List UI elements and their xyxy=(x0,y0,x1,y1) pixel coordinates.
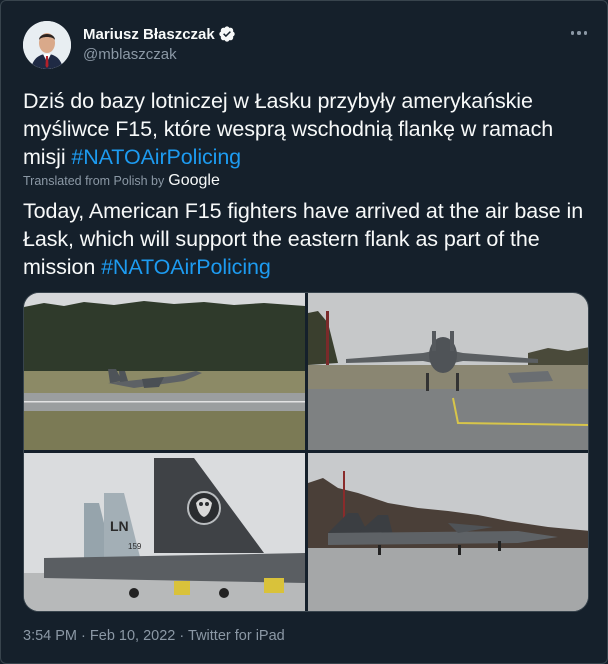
separator: · xyxy=(179,628,185,644)
author-handle[interactable]: @mblaszczak xyxy=(83,46,177,63)
tweet-metadata: 3:54 PM · Feb 10, 2022 · Twitter for iPa… xyxy=(23,628,285,644)
profile-photo-icon xyxy=(23,21,71,69)
tweet-card: Mariusz Błaszczak @mblaszczak Dziś do ba… xyxy=(0,0,608,664)
tail-code: LN xyxy=(110,518,129,534)
media-photo-tails[interactable]: LN 159 xyxy=(24,453,305,611)
author-name-row[interactable]: Mariusz Błaszczak xyxy=(83,25,236,43)
tweet-time[interactable]: 3:54 PM xyxy=(23,628,77,644)
tweet-translated-text: Today, American F15 fighters have arrive… xyxy=(23,197,593,281)
google-logo: Google xyxy=(168,172,220,189)
media-photo-apron[interactable] xyxy=(308,453,588,611)
translated-label: Translated from Polish by xyxy=(23,174,165,188)
jet-takeoff-image xyxy=(24,293,305,450)
translated-hashtag-link[interactable]: #NATOAirPolicing xyxy=(101,255,271,279)
tweet-date[interactable]: Feb 10, 2022 xyxy=(90,628,175,644)
media-grid: LN 159 xyxy=(23,292,589,612)
jet-tails-image: LN 159 xyxy=(24,453,305,611)
original-hashtag-link[interactable]: #NATOAirPolicing xyxy=(71,145,241,169)
jets-apron-image xyxy=(308,453,588,611)
avatar[interactable] xyxy=(23,21,71,69)
author-name[interactable]: Mariusz Błaszczak xyxy=(83,26,215,43)
verified-badge-icon xyxy=(219,26,235,42)
media-photo-takeoff[interactable] xyxy=(24,293,305,450)
tail-serial: 159 xyxy=(128,542,142,551)
tweet-source[interactable]: Twitter for iPad xyxy=(188,628,285,644)
more-options-icon[interactable] xyxy=(566,23,592,43)
translation-attribution: Translated from Polish by Google xyxy=(23,172,220,190)
separator: · xyxy=(81,628,86,644)
media-photo-taxiway[interactable] xyxy=(308,293,588,450)
jet-taxiway-image xyxy=(308,293,588,450)
tweet-original-text: Dziś do bazy lotniczej w Łasku przybyły … xyxy=(23,87,593,171)
